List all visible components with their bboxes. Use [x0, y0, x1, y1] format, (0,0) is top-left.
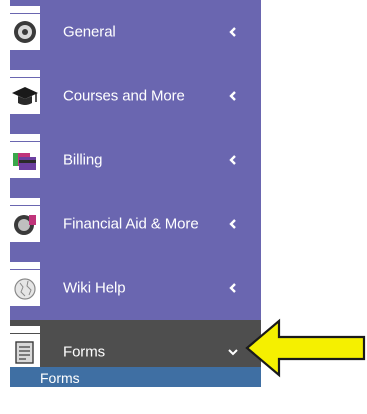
chevron-left-icon: [229, 155, 236, 165]
chevron-left-icon: [229, 27, 236, 37]
submenu-item-label: Forms: [40, 370, 80, 386]
financial-aid-icon: [14, 215, 36, 235]
submenu-item-forms[interactable]: Forms: [10, 367, 261, 387]
sidebar-item-label: Forms: [63, 343, 105, 361]
sidebar-item-general[interactable]: General: [10, 0, 261, 64]
sidebar-item-courses-and-more[interactable]: Courses and More: [10, 64, 261, 128]
folder-icon: [10, 64, 44, 128]
chevron-left-icon: [229, 283, 236, 293]
sidebar-item-label: Financial Aid & More: [63, 215, 199, 233]
folder-icon: [10, 0, 44, 64]
chevron-left-icon: [229, 219, 236, 229]
folder-icon: [10, 192, 44, 256]
chevron-down-icon: [228, 349, 238, 356]
credit-card-icon: [13, 153, 36, 170]
wiki-globe-icon: [14, 278, 36, 300]
sidebar-item-wiki-help[interactable]: Wiki Help: [10, 256, 261, 320]
sidebar-item-label: Courses and More: [63, 87, 185, 105]
graduation-cap-icon: [12, 87, 38, 105]
sidebar-item-billing[interactable]: Billing: [10, 128, 261, 192]
chevron-left-icon: [229, 91, 236, 101]
document-form-icon: [15, 341, 34, 364]
folder-icon: [10, 256, 44, 320]
gear-icon: [14, 21, 36, 43]
sidebar-item-financial-aid[interactable]: Financial Aid & More: [10, 192, 261, 256]
folder-icon: [10, 128, 44, 192]
sidebar-item-label: Billing: [63, 151, 103, 169]
sidebar-item-label: Wiki Help: [63, 279, 126, 297]
sidebar-menu: General Courses and More Billing Financi…: [10, 0, 261, 387]
sidebar-item-label: General: [63, 23, 116, 41]
yellow-arrow-icon: [245, 318, 366, 378]
